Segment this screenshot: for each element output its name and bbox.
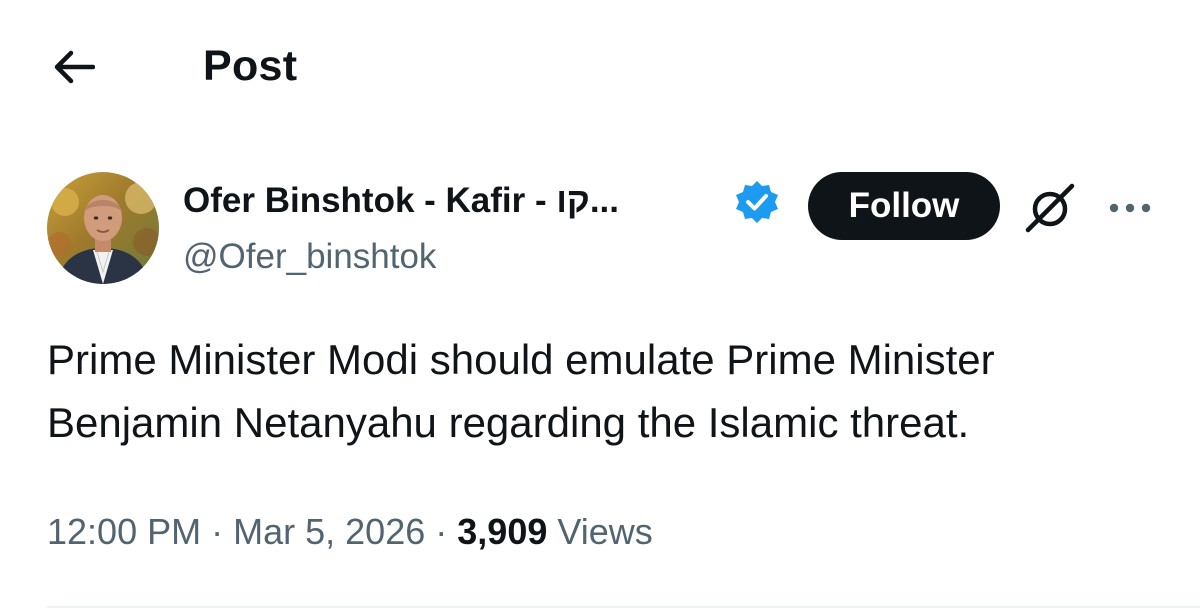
avatar[interactable] [47, 172, 159, 284]
author-display-name[interactable]: Ofer Binshtok - Kafir - קו... [183, 178, 619, 224]
post-meta: 12:00 PM · Mar 5, 2026 · 3,909 Views [47, 508, 653, 556]
top-bar: Post [0, 0, 1200, 130]
follow-button[interactable]: Follow [808, 172, 1000, 240]
post-text: Prime Minister Modi should emulate Prime… [47, 336, 995, 446]
more-options-button[interactable] [1100, 188, 1160, 228]
back-button[interactable] [44, 38, 102, 96]
arrow-left-icon [54, 50, 95, 84]
divider [47, 606, 1200, 608]
grok-button[interactable] [1022, 180, 1078, 236]
post-time[interactable]: 12:00 PM [47, 511, 201, 552]
grok-icon [1025, 183, 1075, 233]
author-handle[interactable]: @Ofer_binshtok [183, 234, 436, 280]
post-date[interactable]: Mar 5, 2026 [233, 511, 425, 552]
meta-separator: · [435, 511, 448, 552]
views-count: 3,909 [457, 511, 548, 552]
views-label: Views [557, 511, 653, 552]
more-horizontal-icon [1109, 203, 1151, 213]
meta-separator: · [211, 511, 224, 552]
page-title: Post [203, 42, 298, 90]
verified-badge-icon [733, 178, 781, 226]
